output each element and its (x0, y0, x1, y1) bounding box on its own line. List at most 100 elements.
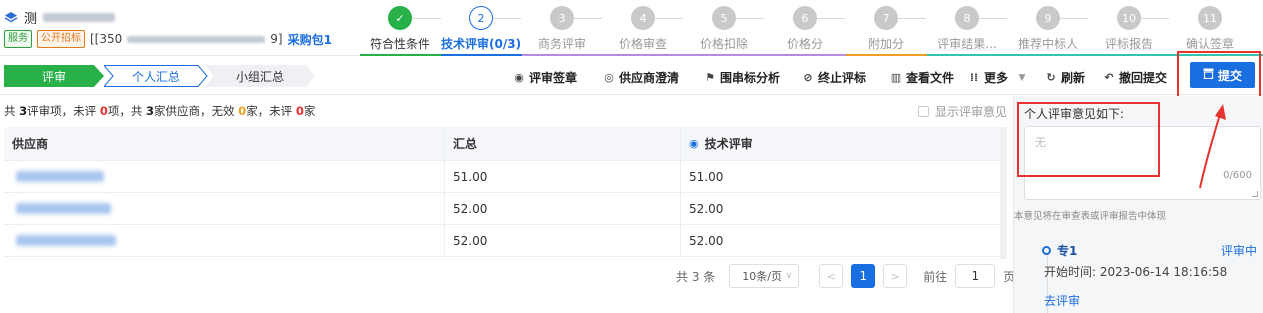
highlight-box-opinion (1017, 102, 1160, 177)
refresh-icon: ↻ (1046, 71, 1056, 84)
expert-status: 评审中 (1220, 244, 1257, 258)
bid-type-tag: 公开招标 (37, 30, 85, 48)
technical-score[interactable]: 52.00 (680, 193, 1007, 224)
step-business-review[interactable]: 3 商务评审 (522, 0, 602, 56)
step-number: 3 (550, 6, 574, 30)
step-number: 2 (469, 6, 493, 30)
expert-start-time: 开始时间: 2023-06-14 18:16:58 (1044, 265, 1228, 279)
table-row[interactable]: 52.00 52.00 (4, 193, 1007, 225)
step-confirm-sign[interactable]: 11 确认签章 (1170, 0, 1250, 56)
shield-icon: ◎ (604, 71, 614, 84)
step-label: 确认签章 (1185, 37, 1234, 51)
step-price-score[interactable]: 6 价格分 (765, 0, 845, 56)
summary-text: 共 (4, 104, 20, 118)
summary-invalid-count: 0 (238, 104, 247, 118)
prev-page-button[interactable]: < (819, 264, 844, 288)
step-number: 5 (712, 6, 736, 30)
step-number: 9 (1036, 6, 1060, 30)
show-opinion-toggle[interactable]: 显示评审意见 (918, 103, 1007, 120)
step-bonus[interactable]: 7 附加分 (846, 0, 926, 56)
step-recommend-winner[interactable]: 9 推荐中标人 (1008, 0, 1088, 56)
summary-text: 家，未评 (246, 104, 296, 118)
clarify-button[interactable]: ◎ 供应商澄清 (603, 69, 679, 86)
check-icon: ✓ (388, 6, 412, 30)
step-progress-done (360, 54, 441, 56)
table-row[interactable]: 51.00 51.00 (4, 161, 1007, 193)
header-supplier: 供应商 (12, 137, 49, 151)
chevron-down-icon: ∨ (785, 271, 793, 281)
go-review-link[interactable]: 去评审 (1044, 292, 1080, 309)
undo-icon: ↶ (1104, 71, 1114, 84)
step-label: 价格审查 (618, 37, 667, 51)
page-size-select[interactable]: 10条/页 ∨ (729, 264, 800, 288)
step-label: 推荐中标人 (1017, 37, 1078, 51)
step-number: 8 (955, 6, 979, 30)
withdraw-label: 撤回提交 (1119, 71, 1168, 85)
project-title-text: 测 (24, 12, 38, 27)
summary-unreviewed-count: 0 (99, 104, 108, 118)
step-progress-group-a (522, 54, 846, 56)
step-label: 价格分 (786, 37, 823, 51)
table-scrollbar[interactable] (1000, 127, 1007, 259)
redacted-title (43, 13, 116, 22)
project-code-suffix: 9] (270, 32, 283, 46)
crumb-review[interactable]: 评审 (4, 65, 104, 87)
summary-unrated-count: 0 (295, 104, 304, 118)
step-label: 评审结果... (937, 37, 997, 51)
show-opinion-label: 显示评审意见 (935, 105, 1008, 119)
terminate-button[interactable]: ⊘ 终止评标 (802, 69, 866, 86)
refresh-label: 刷新 (1061, 71, 1086, 85)
step-bid-report[interactable]: 10 评标报告 (1089, 0, 1169, 56)
goto-page-input[interactable]: 1 (955, 264, 996, 288)
supplier-score-table: 供应商 汇总 ◉ 技术评审 51.00 51.00 52.00 52.00 52… (4, 127, 1007, 257)
project-title: 测 (4, 8, 116, 27)
pagination-total: 共 3 条 (676, 269, 716, 284)
show-opinion-checkbox[interactable] (918, 106, 929, 117)
step-price-check[interactable]: 4 价格审查 (603, 0, 683, 56)
highlight-box-submit (1177, 51, 1261, 100)
step-number: 11 (1198, 6, 1222, 30)
goto-label: 前往 (923, 269, 948, 284)
resize-handle-icon[interactable] (1252, 191, 1258, 197)
summary-items-count: 3 (19, 104, 28, 118)
project-code-prefix: [[350 (90, 32, 123, 46)
next-page-button[interactable]: > (883, 264, 908, 288)
more-dropdown[interactable]: ⁞⁞ 更多 ▼ (968, 69, 1028, 86)
expert-name: 专1 (1057, 244, 1078, 258)
step-number: 4 (631, 6, 655, 30)
flag-icon: ⚑ (705, 71, 715, 84)
technical-score[interactable]: 52.00 (680, 225, 1007, 256)
header-technical-review[interactable]: ◉ 技术评审 (680, 127, 1007, 160)
package-link[interactable]: 采购包1 (288, 31, 332, 48)
crumb-personal-summary[interactable]: 个人汇总 (104, 65, 208, 87)
table-row[interactable]: 52.00 52.00 (4, 225, 1007, 257)
header-total: 汇总 (444, 127, 680, 160)
page-size-value: 10条/页 (742, 270, 782, 283)
timeline-dot-icon (1042, 246, 1051, 255)
sign-button[interactable]: ◉ 评审签章 (513, 69, 577, 86)
collusion-analysis-button[interactable]: ⚑ 围串标分析 (704, 69, 780, 86)
service-tag: 服务 (4, 30, 32, 48)
step-review-result[interactable]: 8 评审结果... (927, 0, 1007, 56)
step-compliance[interactable]: ✓ 符合性条件 (360, 0, 440, 56)
grid-icon: ⁞⁞ (969, 71, 979, 84)
withdraw-button[interactable]: ↶ 撤回提交 (1103, 69, 1167, 86)
step-label: 附加分 (867, 37, 904, 51)
pointer-arrow-icon (1199, 104, 1226, 189)
step-technical-review[interactable]: 2 技术评审(0/3) (441, 0, 521, 56)
step-progress-group-b (846, 54, 927, 56)
sign-label: 评审签章 (529, 71, 578, 85)
total-score: 51.00 (444, 161, 680, 192)
view-files-label: 查看文件 (906, 71, 955, 85)
step-price-deduction[interactable]: 5 价格扣除 (684, 0, 764, 56)
page-number-current[interactable]: 1 (851, 264, 876, 288)
technical-score[interactable]: 51.00 (680, 161, 1007, 192)
crumb-group-summary[interactable]: 小组汇总 (205, 65, 315, 87)
view-files-button[interactable]: ▥ 查看文件 (890, 69, 954, 86)
table-header: 供应商 汇总 ◉ 技术评审 (4, 127, 1007, 161)
files-icon: ▥ (890, 71, 902, 84)
summary-supplier-count: 3 (146, 104, 155, 118)
refresh-button[interactable]: ↻ 刷新 (1045, 69, 1085, 86)
redacted-code (127, 35, 266, 43)
process-steps: ✓ 符合性条件 2 技术评审(0/3) 3 商务评审 4 价格审查 5 价格扣除… (360, 0, 1263, 56)
